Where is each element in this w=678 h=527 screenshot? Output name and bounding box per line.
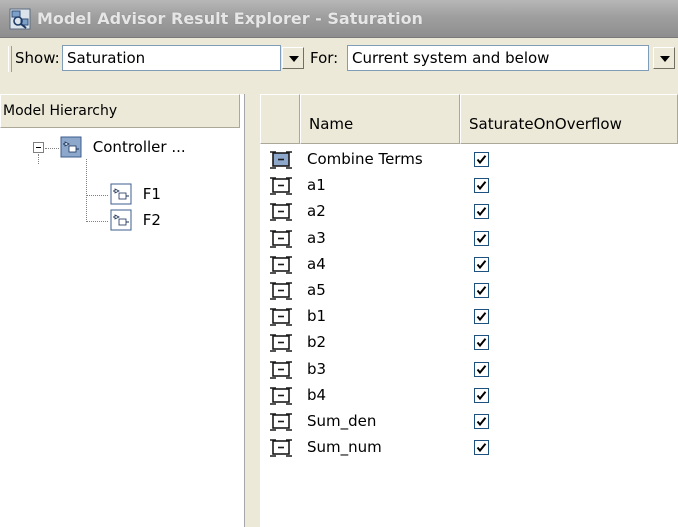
sum-block-icon (270, 202, 292, 222)
tree-line (86, 195, 108, 196)
sum-block-icon (270, 386, 292, 406)
table-row[interactable]: b1 (260, 305, 678, 329)
table-row[interactable]: Sum_den (260, 410, 678, 434)
block-name: a2 (307, 202, 326, 221)
tree-line (86, 221, 108, 222)
tree-collapse-toggle[interactable] (33, 142, 44, 153)
table-row[interactable]: Sum_num (260, 436, 678, 460)
tree-node-label: F2 (142, 210, 161, 229)
saturate-checkbox[interactable] (474, 152, 489, 167)
saturate-checkbox[interactable] (474, 204, 489, 220)
saturate-checkbox[interactable] (474, 178, 489, 194)
saturate-checkbox[interactable] (474, 335, 489, 351)
saturate-checkbox[interactable] (474, 440, 489, 456)
block-name: a3 (307, 228, 326, 247)
tree-line (45, 148, 59, 149)
block-name: Sum_den (307, 412, 377, 430)
results-table: Name SaturateOnOverflow Combine Terms a1 a… (260, 94, 678, 527)
saturate-checkbox[interactable] (474, 283, 489, 298)
show-dropdown-button[interactable] (282, 47, 304, 69)
model-hierarchy-header: Model Hierarchy (0, 94, 240, 128)
sum-block-icon (270, 255, 292, 275)
table-row[interactable]: b3 (260, 358, 678, 382)
tree-node-f2[interactable]: F2 (110, 209, 161, 233)
show-value: Saturation (67, 49, 146, 67)
pane-splitter[interactable] (245, 94, 260, 527)
table-row[interactable]: a5 (260, 279, 678, 303)
toolbar-grip[interactable] (8, 46, 12, 72)
tree-line (86, 159, 87, 222)
show-label: Show: (15, 49, 60, 67)
saturate-checkbox[interactable] (474, 387, 489, 403)
table-row[interactable]: b4 (260, 384, 678, 408)
column-header-name[interactable]: Name (300, 94, 460, 144)
sum-block-icon (270, 438, 292, 458)
for-combobox[interactable]: Current system and below (347, 45, 649, 71)
table-row[interactable]: b2 (260, 331, 678, 355)
table-row[interactable]: Combine Terms (260, 148, 678, 172)
tree-node-controller[interactable]: Controller ... (60, 136, 186, 160)
model-advisor-icon (9, 8, 31, 30)
saturate-checkbox[interactable] (474, 230, 489, 246)
tree-node-label: Controller ... (92, 137, 186, 156)
block-name: a5 (307, 281, 326, 299)
saturate-checkbox[interactable] (474, 414, 489, 429)
block-name: b1 (307, 307, 327, 326)
sum-block-icon (270, 412, 292, 432)
sum-block-icon (270, 360, 292, 380)
column-header-saturateonoverflow[interactable]: SaturateOnOverflow (460, 94, 678, 144)
saturate-checkbox[interactable] (474, 309, 489, 325)
sum-block-icon (270, 229, 292, 249)
block-name: Sum_num (307, 438, 382, 457)
block-name: b2 (307, 333, 327, 352)
sum-block-icon (270, 307, 292, 327)
for-dropdown-button[interactable] (653, 47, 675, 69)
title-bar: Model Advisor Result Explorer - Saturati… (0, 0, 678, 38)
for-value: Current system and below (352, 49, 550, 67)
saturate-checkbox[interactable] (474, 361, 489, 377)
model-hierarchy-pane: Model Hierarchy Controller ... F1 F2 (0, 94, 245, 527)
table-row[interactable]: a3 (260, 227, 678, 251)
subsystem-block-icon (110, 183, 132, 205)
chevron-down-icon (289, 56, 299, 62)
tree-node-f1[interactable]: F1 (110, 183, 161, 207)
tree-line (38, 154, 39, 164)
toolbar: Show: Saturation For: Current system and… (0, 38, 678, 94)
table-row[interactable]: a4 (260, 253, 678, 277)
window-title: Model Advisor Result Explorer - Saturati… (37, 9, 423, 28)
sum-block-icon (270, 281, 292, 301)
subsystem-block-icon (110, 209, 132, 231)
column-header-icon[interactable] (260, 94, 300, 144)
saturate-checkbox[interactable] (474, 256, 489, 272)
block-name: Combine Terms (307, 150, 423, 168)
for-label: For: (310, 49, 339, 67)
sum-block-icon (270, 176, 292, 196)
table-row[interactable]: a1 (260, 174, 678, 198)
block-name: a1 (307, 176, 326, 195)
chevron-down-icon (660, 56, 670, 62)
show-combobox[interactable]: Saturation (62, 45, 281, 71)
block-name: b3 (307, 359, 327, 378)
sum-block-icon (270, 333, 292, 353)
table-row[interactable]: a2 (260, 200, 678, 224)
subsystem-block-icon (60, 136, 82, 158)
block-name: b4 (307, 385, 327, 404)
tree-node-label: F1 (142, 184, 161, 203)
sum-block-icon (270, 150, 292, 170)
block-name: a4 (307, 254, 326, 273)
